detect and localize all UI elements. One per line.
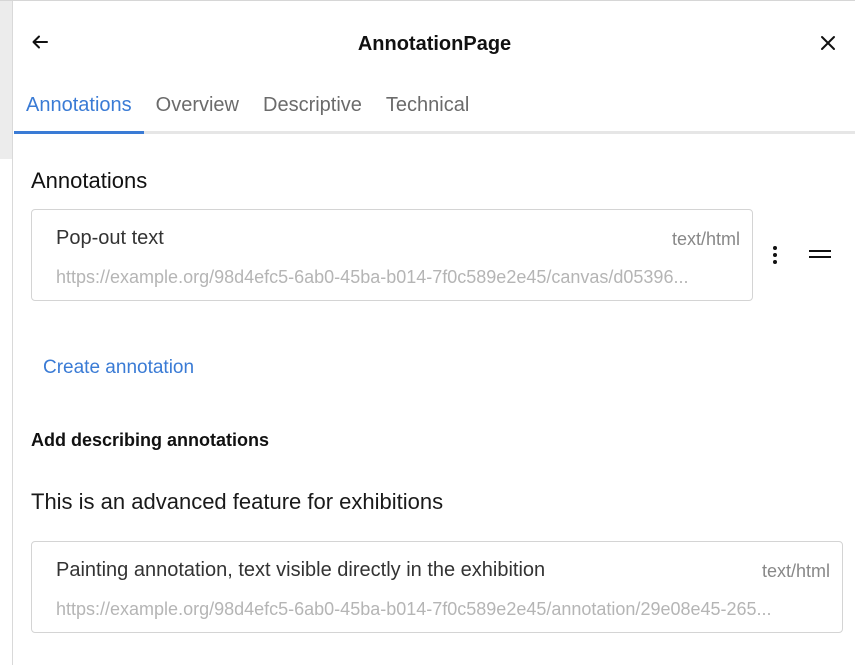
annotations-section-title: Annotations	[31, 168, 148, 193]
kebab-dot	[773, 260, 777, 264]
describing-annotations-heading: Add describing annotations	[31, 430, 270, 450]
annotation-url: https://example.org/98d4efc5-6ab0-45ba-b…	[56, 267, 689, 287]
tab-annotations[interactable]: Annotations	[14, 86, 144, 134]
annotation-type: text/html	[761, 561, 830, 581]
close-button[interactable]	[817, 32, 839, 54]
drag-line	[809, 256, 831, 258]
close-icon	[821, 36, 835, 50]
annotation-type: text/html	[671, 229, 740, 249]
tab-overview[interactable]: Overview	[144, 86, 251, 131]
tab-bar: Annotations Overview Descriptive Technic…	[14, 86, 855, 134]
annotation-label: Painting annotation, text visible direct…	[56, 559, 546, 581]
more-options-icon[interactable]	[765, 242, 785, 268]
page-title: AnnotationPage	[357, 33, 512, 55]
tab-descriptive[interactable]: Descriptive	[251, 86, 374, 131]
describing-annotations-description: This is an advanced feature for exhibiti…	[31, 489, 444, 514]
annotation-page-panel: AnnotationPage Annotations Overview Desc…	[14, 2, 855, 665]
annotation-label: Pop-out text	[56, 227, 164, 249]
panel-header: AnnotationPage	[14, 2, 855, 86]
drag-line	[809, 250, 831, 252]
drag-handle-icon[interactable]	[809, 246, 831, 262]
left-rail-shade	[0, 1, 12, 159]
tab-technical[interactable]: Technical	[374, 86, 481, 131]
app-frame: AnnotationPage Annotations Overview Desc…	[0, 0, 855, 665]
create-annotation-link[interactable]: Create annotation	[43, 357, 194, 379]
annotation-card[interactable]: Pop-out text text/html https://example.o…	[31, 209, 753, 301]
kebab-dot	[773, 253, 777, 257]
annotation-url: https://example.org/98d4efc5-6ab0-45ba-b…	[56, 599, 772, 619]
left-rail	[0, 1, 13, 665]
describing-annotation-card[interactable]: Painting annotation, text visible direct…	[31, 541, 843, 633]
kebab-dot	[773, 246, 777, 250]
